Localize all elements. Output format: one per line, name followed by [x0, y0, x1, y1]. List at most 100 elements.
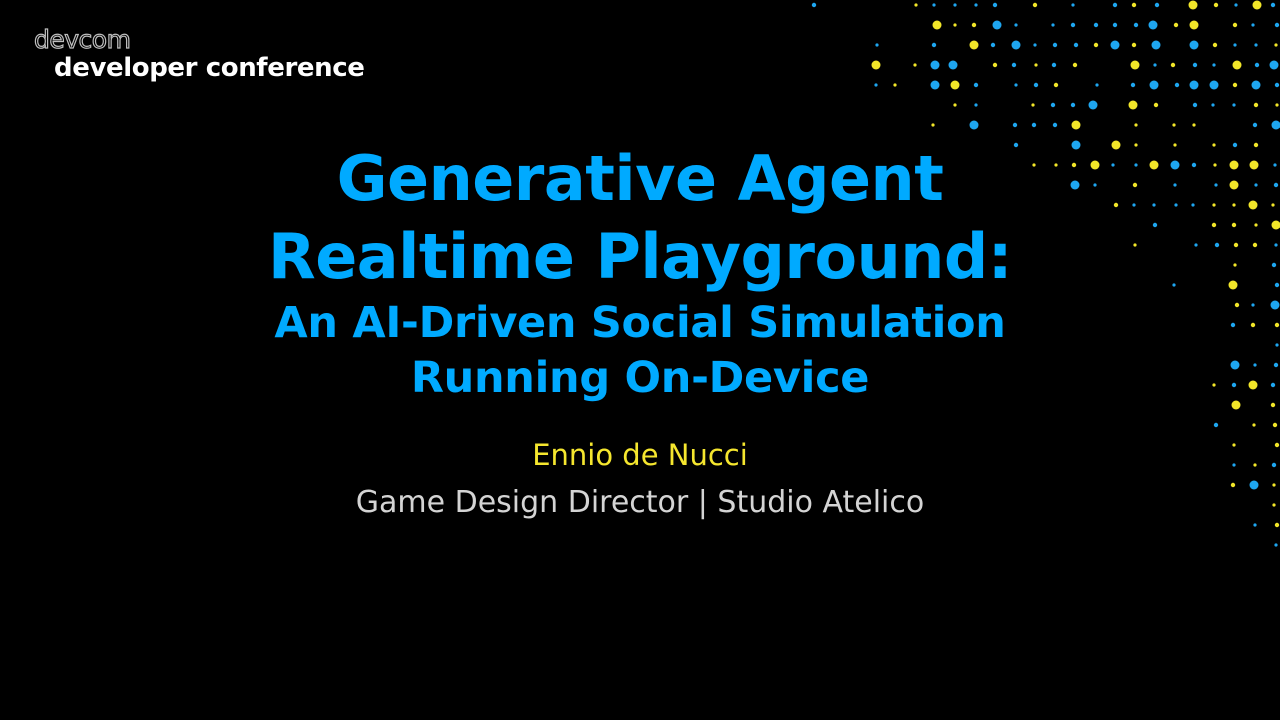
decorative-dot [1212, 203, 1216, 207]
decorative-dot [1071, 3, 1075, 7]
decorative-dot [1093, 22, 1099, 28]
decorative-dot [1011, 62, 1017, 68]
speaker-name: Ennio de Nucci [532, 438, 748, 472]
decorative-dot [1052, 122, 1058, 128]
decorative-dot [1252, 0, 1262, 10]
decorative-dot [953, 3, 957, 7]
decorative-dot [1014, 83, 1018, 87]
decorative-dot [1254, 62, 1260, 68]
decorative-dot [1070, 102, 1076, 108]
decorative-dot [1170, 62, 1176, 68]
decorative-dot [1212, 383, 1216, 387]
decorative-dot [992, 2, 998, 8]
decorative-dot [930, 80, 940, 90]
decorative-dot [1270, 2, 1276, 8]
decorative-dot [1230, 322, 1236, 328]
decorative-dot [1274, 543, 1278, 547]
decorative-dot [1189, 20, 1199, 30]
decorative-dot [931, 123, 935, 127]
decorative-dot [1231, 382, 1237, 388]
decorative-dot [1033, 43, 1037, 47]
decorative-dot [1072, 62, 1078, 68]
decorative-dot [1230, 360, 1240, 370]
decorative-dot [990, 42, 996, 48]
talk-subtitle-line-1: An AI-Driven Social Simulation [274, 298, 1006, 348]
decorative-dot [1274, 243, 1278, 247]
decorative-dot [1274, 82, 1280, 88]
decorative-dot [1153, 102, 1159, 108]
decorative-dot [1274, 22, 1280, 28]
decorative-dot [1031, 122, 1037, 128]
decorative-dot [1212, 63, 1216, 67]
decorative-dot [1269, 60, 1279, 70]
decorative-dot [1051, 23, 1055, 27]
decorative-dot [913, 63, 917, 67]
decorative-dot [1012, 122, 1018, 128]
decorative-dot [1254, 183, 1258, 187]
decorative-dot [1053, 82, 1059, 88]
decorative-dot [1271, 262, 1277, 268]
decorative-dot [1251, 303, 1255, 307]
decorative-dot [1248, 380, 1258, 390]
decorative-dot [932, 20, 942, 30]
decorative-dot [1152, 203, 1156, 207]
decorative-dot [1212, 143, 1216, 147]
decorative-dot [971, 22, 977, 28]
decorative-dot [1173, 143, 1177, 147]
decorative-dot [1149, 160, 1159, 170]
decorative-dot [1095, 83, 1099, 87]
decorative-dot [1172, 283, 1176, 287]
decorative-dot [1014, 23, 1018, 27]
decorative-dot [1211, 222, 1217, 228]
decorative-dot [992, 20, 1002, 30]
decorative-dot [1051, 62, 1057, 68]
decorative-dot [1192, 62, 1198, 68]
decorative-dot [1252, 122, 1258, 128]
decorative-dot [1110, 40, 1120, 50]
decorative-dot [1211, 103, 1215, 107]
decorative-dot [932, 3, 936, 7]
decorative-dot [1173, 183, 1177, 187]
decorative-dot [1253, 363, 1257, 367]
presentation-slide: devcom developer conference Generative A… [0, 0, 1280, 720]
decorative-dot [1234, 302, 1240, 308]
speaker-role: Game Design Director | Studio Atelico [355, 485, 925, 520]
decorative-dot [1088, 100, 1098, 110]
decorative-dot [1149, 80, 1159, 90]
decorative-dot [1034, 63, 1038, 67]
decorative-dot [930, 60, 940, 70]
decorative-dot [1148, 20, 1158, 30]
decorative-dot [1275, 103, 1279, 107]
decorative-dot [1214, 242, 1220, 248]
talk-title-line-2: Realtime Playground: [267, 220, 1013, 293]
decorative-dot [1172, 123, 1176, 127]
decorative-dot [1253, 102, 1259, 108]
decorative-dot [1249, 160, 1259, 170]
talk-title-line-1: Generative Agent [336, 142, 944, 215]
decorative-dot [948, 60, 958, 70]
decorative-dot [875, 43, 879, 47]
decorative-dot [1191, 203, 1195, 207]
decorative-dot [811, 2, 817, 8]
decorative-dot [1033, 82, 1039, 88]
decorative-dot [1191, 162, 1197, 168]
decorative-dot [1213, 2, 1219, 8]
decorative-dot [931, 42, 937, 48]
decorative-dot [1233, 43, 1237, 47]
decorative-dot [969, 120, 979, 130]
decorative-dot [950, 80, 960, 90]
decorative-dot [992, 62, 998, 68]
decorative-dot [1273, 182, 1279, 188]
decorative-dot [1130, 82, 1136, 88]
decorative-dot [1233, 242, 1239, 248]
decorative-dot [1273, 163, 1277, 167]
decorative-dot [974, 103, 978, 107]
decorative-dot [1228, 280, 1238, 290]
decorative-dot [1232, 82, 1238, 88]
decorative-dot [1112, 2, 1118, 8]
decorative-dot [974, 3, 978, 7]
decorative-dot [1253, 523, 1257, 527]
decorative-dot [1192, 102, 1198, 108]
talk-subtitle-line-2: Running On-Device [410, 353, 870, 403]
decorative-dot [1213, 163, 1217, 167]
